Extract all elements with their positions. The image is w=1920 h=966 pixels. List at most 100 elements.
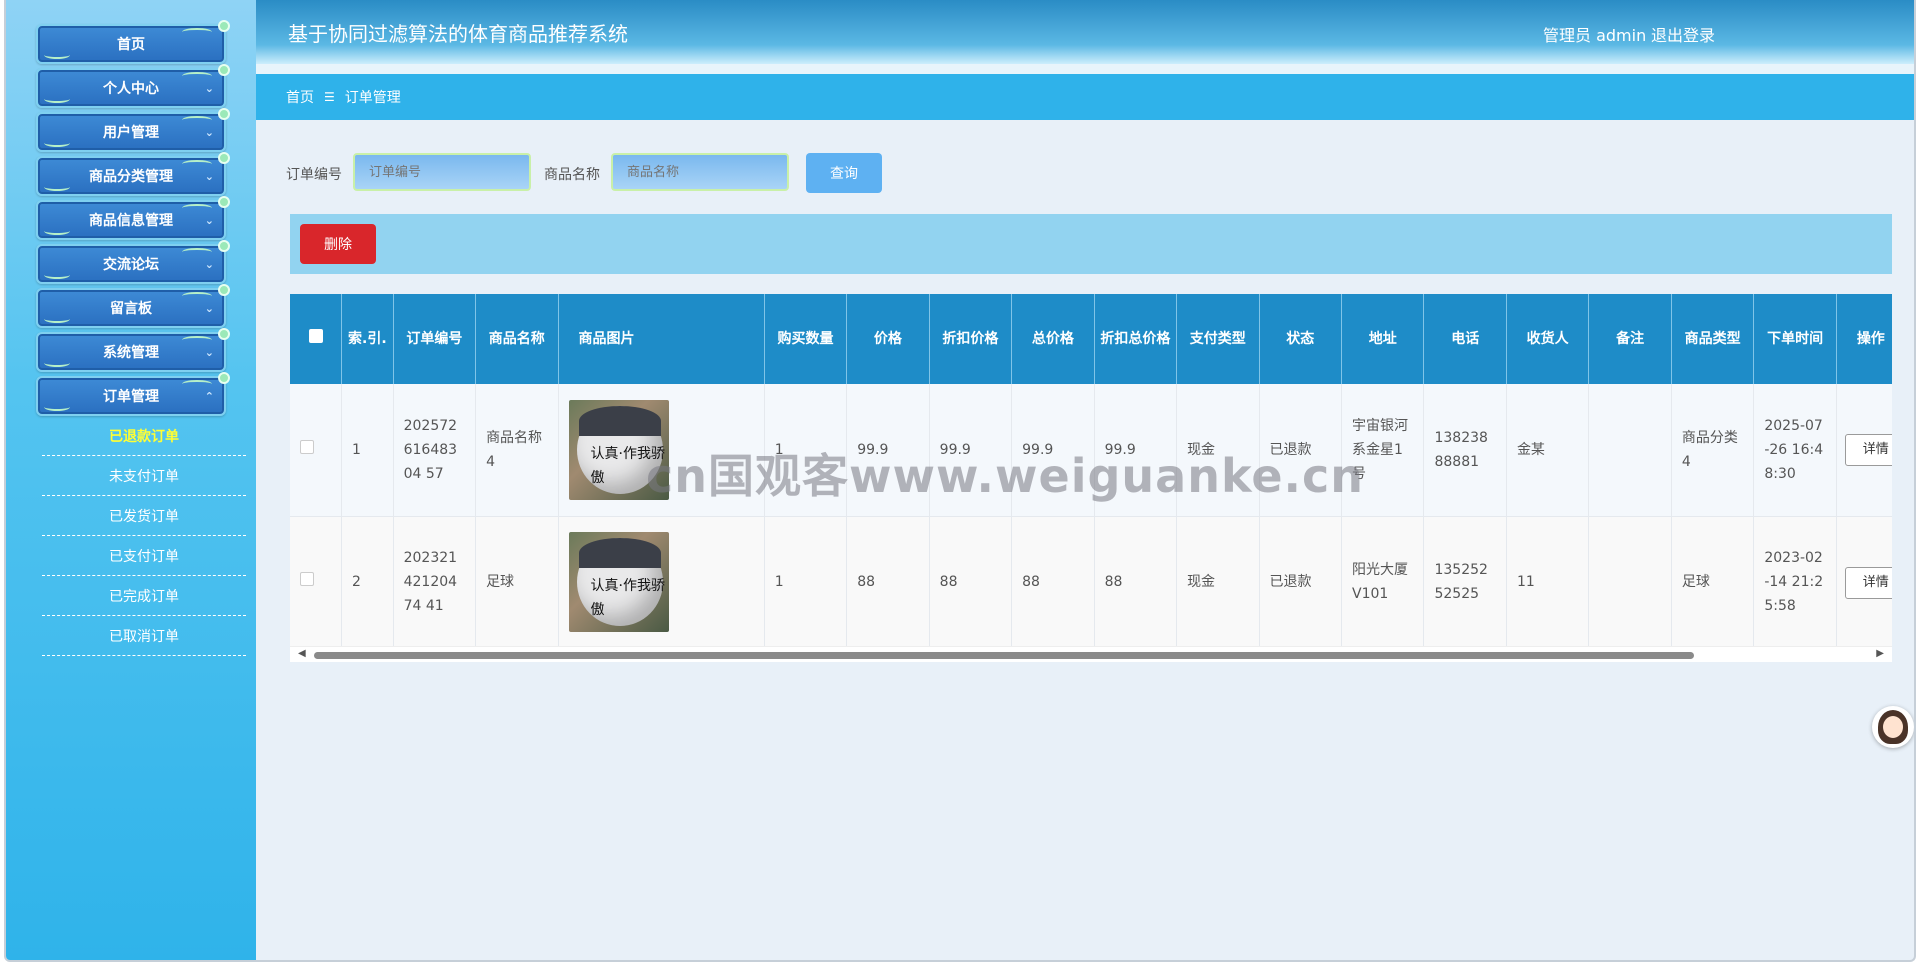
cell-goods-name: 足球 bbox=[475, 516, 559, 649]
cell-status: 已退款 bbox=[1259, 516, 1343, 649]
checkbox-icon[interactable] bbox=[300, 572, 314, 586]
cell-remark bbox=[1588, 384, 1672, 517]
sidebar-item-goods[interactable]: 商品信息管理 ⌄ bbox=[36, 196, 230, 240]
cell-time: 2023-02-14 21:25:58 bbox=[1753, 516, 1837, 649]
col-header: 电话 bbox=[1423, 294, 1507, 384]
chevron-up-icon: ⌃ bbox=[204, 390, 214, 403]
checkbox-icon[interactable] bbox=[308, 329, 323, 343]
col-header: 地址 bbox=[1341, 294, 1425, 384]
row-checkbox-cell[interactable] bbox=[290, 384, 343, 517]
breadcrumb-home[interactable]: 首页 bbox=[286, 87, 314, 107]
chevron-down-icon: ⌄ bbox=[204, 82, 214, 95]
sidebar: 首页 个人中心 ⌄ 用户管理 ⌄ 商品分类管理 ⌄ 商品信息管理 ⌄ 交流论坛 … bbox=[6, 0, 256, 960]
col-header: 收货人 bbox=[1506, 294, 1590, 384]
col-header: 商品名称 bbox=[475, 294, 559, 384]
table-row: 2 20232142120474 41 足球 认真·作我骄傲 1 88 88 8… bbox=[290, 516, 1892, 649]
select-all-cell[interactable] bbox=[290, 294, 343, 384]
col-header: 备注 bbox=[1588, 294, 1672, 384]
cell-goods-image: 认真·作我骄傲 bbox=[558, 516, 765, 649]
horizontal-scrollbar[interactable]: ◀ ▶ bbox=[290, 646, 1892, 662]
col-header: 价格 bbox=[846, 294, 930, 384]
order-no-input[interactable] bbox=[353, 153, 531, 191]
cell-goods-name: 商品名称4 bbox=[475, 384, 559, 517]
cell-pay-type: 现金 bbox=[1176, 516, 1260, 649]
col-header: 商品类型 bbox=[1671, 294, 1755, 384]
sidebar-item-category[interactable]: 商品分类管理 ⌄ bbox=[36, 152, 230, 196]
cell-actions: 详情 bbox=[1836, 516, 1892, 649]
cell-goods-type: 商品分类4 bbox=[1671, 384, 1755, 517]
logout-link[interactable]: 退出登录 bbox=[1651, 22, 1715, 46]
detail-button[interactable]: 详情 bbox=[1844, 434, 1892, 467]
scrollbar-thumb[interactable] bbox=[314, 652, 1694, 659]
cell-actions: 详情 bbox=[1836, 384, 1892, 517]
cell-remark bbox=[1588, 516, 1672, 649]
sidebar-item-label: 用户管理 bbox=[103, 125, 159, 141]
order-no-label: 订单编号 bbox=[286, 167, 342, 183]
submenu-shipped-orders[interactable]: 已发货订单 bbox=[42, 496, 246, 536]
checkbox-icon[interactable] bbox=[300, 439, 314, 454]
submenu-unpaid-orders[interactable]: 未支付订单 bbox=[42, 456, 246, 496]
chevron-down-icon: ⌄ bbox=[204, 346, 214, 359]
delete-button[interactable]: 删除 bbox=[300, 224, 376, 264]
sidebar-item-users[interactable]: 用户管理 ⌄ bbox=[36, 108, 230, 152]
cell-quantity: 1 bbox=[764, 516, 848, 649]
col-header: 总价格 bbox=[1011, 294, 1095, 384]
cell-total: 88 bbox=[1011, 516, 1095, 649]
sidebar-item-profile[interactable]: 个人中心 ⌄ bbox=[36, 64, 230, 108]
menu-icon: ☰ bbox=[324, 90, 335, 104]
col-header: 下单时间 bbox=[1753, 294, 1837, 384]
goods-name-input[interactable] bbox=[611, 153, 789, 191]
app-frame: 首页 个人中心 ⌄ 用户管理 ⌄ 商品分类管理 ⌄ 商品信息管理 ⌄ 交流论坛 … bbox=[4, 0, 1916, 962]
sidebar-item-system[interactable]: 系统管理 ⌄ bbox=[36, 328, 230, 372]
sidebar-item-label: 商品信息管理 bbox=[89, 213, 173, 229]
cell-goods-type: 足球 bbox=[1671, 516, 1755, 649]
chevron-down-icon: ⌄ bbox=[204, 258, 214, 271]
header-divider bbox=[256, 64, 1914, 74]
scroll-right-icon[interactable]: ▶ bbox=[1876, 648, 1884, 659]
assistant-avatar-icon[interactable] bbox=[1872, 706, 1914, 748]
sidebar-item-label: 留言板 bbox=[110, 301, 152, 317]
col-header: 操作 bbox=[1836, 294, 1892, 384]
image-ink-text: 认真·作我骄傲 bbox=[590, 578, 665, 618]
toolbar: 删除 bbox=[290, 214, 1892, 274]
col-header: 支付类型 bbox=[1176, 294, 1260, 384]
cell-receiver: 11 bbox=[1506, 516, 1590, 649]
goods-name-label: 商品名称 bbox=[544, 167, 600, 183]
sidebar-item-label: 首页 bbox=[117, 37, 145, 53]
cell-discount-total: 88 bbox=[1094, 516, 1178, 649]
cell-price: 88 bbox=[846, 516, 930, 649]
col-header: 折扣价格 bbox=[929, 294, 1013, 384]
query-button[interactable]: 查询 bbox=[806, 153, 882, 193]
col-header: 索.引. bbox=[341, 294, 394, 384]
sidebar-item-messages[interactable]: 留言板 ⌄ bbox=[36, 284, 230, 328]
sidebar-item-home[interactable]: 首页 bbox=[36, 20, 230, 64]
watermark: cn国观客www.weiguanke.cn bbox=[646, 449, 1365, 503]
col-header: 状态 bbox=[1259, 294, 1343, 384]
detail-button[interactable]: 详情 bbox=[1844, 566, 1892, 599]
cell-index: 1 bbox=[341, 384, 394, 517]
scroll-left-icon[interactable]: ◀ bbox=[298, 648, 306, 659]
sidebar-item-label: 个人中心 bbox=[103, 81, 159, 97]
cell-receiver: 金某 bbox=[1506, 384, 1590, 517]
sidebar-item-label: 订单管理 bbox=[103, 389, 159, 405]
cell-address: 阳光大厦V101 bbox=[1341, 516, 1425, 649]
col-header: 折扣总价格 bbox=[1094, 294, 1178, 384]
sidebar-item-orders[interactable]: 订单管理 ⌃ bbox=[36, 372, 230, 416]
submenu-refunded-orders[interactable]: 已退款订单 bbox=[42, 416, 246, 456]
submenu-paid-orders[interactable]: 已支付订单 bbox=[42, 536, 246, 576]
sidebar-item-forum[interactable]: 交流论坛 ⌄ bbox=[36, 240, 230, 284]
sidebar-item-label: 系统管理 bbox=[103, 345, 159, 361]
goods-image: 认真·作我骄傲 bbox=[568, 532, 669, 632]
cell-index: 2 bbox=[341, 516, 394, 649]
cell-order-no: 20257261648304 57 bbox=[393, 384, 477, 517]
submenu-completed-orders[interactable]: 已完成订单 bbox=[42, 576, 246, 616]
cell-discount-price: 88 bbox=[929, 516, 1013, 649]
col-header: 购买数量 bbox=[764, 294, 848, 384]
row-checkbox-cell[interactable] bbox=[290, 516, 343, 649]
chevron-down-icon: ⌄ bbox=[204, 170, 214, 183]
sidebar-item-label: 交流论坛 bbox=[103, 257, 159, 273]
top-header: 基于协同过滤算法的体育商品推荐系统 管理员 admin 退出登录 bbox=[256, 0, 1914, 64]
chevron-down-icon: ⌄ bbox=[204, 126, 214, 139]
breadcrumb: 首页 ☰ 订单管理 bbox=[256, 74, 1914, 120]
submenu-cancelled-orders[interactable]: 已取消订单 bbox=[42, 616, 246, 656]
